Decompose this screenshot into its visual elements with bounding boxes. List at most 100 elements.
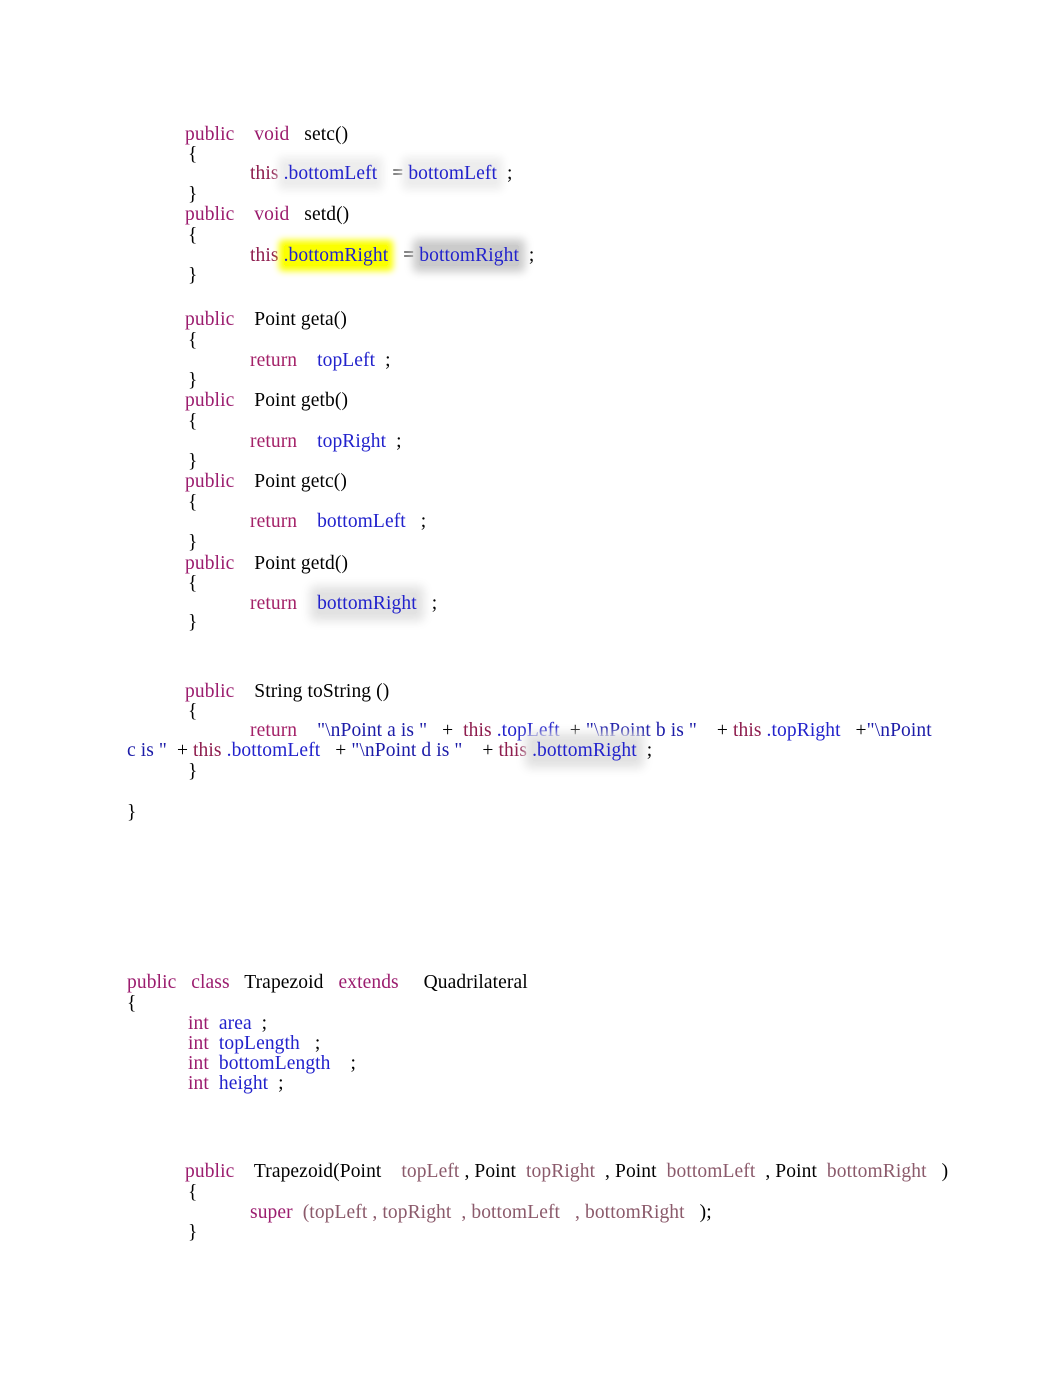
code-line-geta-close-brace: } [188, 371, 197, 391]
param-separator-point: , Point [605, 1161, 657, 1182]
semicolon: ; [350, 1053, 356, 1074]
semicolon: ; [420, 511, 427, 532]
operator-equals: = [392, 163, 404, 184]
method-name-geta: Point geta() [254, 309, 347, 330]
value-topright: topRight [317, 431, 387, 452]
constructor-name-trapezoid: Trapezoid(Point [253, 1161, 382, 1182]
code-line-setc-signature: public void setc() [185, 125, 348, 145]
method-name-getb: Point getb() [254, 390, 349, 411]
semicolon: ; [314, 1033, 321, 1054]
param-bottomright: bottomRight [826, 1161, 927, 1182]
keyword-return: return [250, 431, 298, 452]
arg-topleft: topLeft [309, 1202, 368, 1223]
code-line-field-bottomlength: int bottomLength ; [188, 1054, 356, 1074]
keyword-return: return [250, 511, 298, 532]
code-line-field-area: int area ; [188, 1014, 267, 1034]
semicolon: ; [507, 163, 513, 184]
code-line-setd-close-brace: } [188, 266, 197, 286]
operator-plus: + [716, 720, 728, 741]
brace-open: { [188, 492, 198, 513]
keyword-int: int [188, 1073, 209, 1094]
keyword-return: return [250, 593, 298, 614]
code-line-getc-open-brace: { [188, 493, 197, 513]
value-bottomleft: bottomLeft [317, 511, 406, 532]
code-line-quadrilateral-class-close: } [127, 803, 136, 823]
field-name-bottomlength: bottomLength [218, 1053, 331, 1074]
code-line-geta-signature: public Point geta() [185, 310, 347, 330]
operator-plus: + [569, 720, 581, 741]
brace-open: { [188, 573, 198, 594]
value-bottomleft: bottomLeft [408, 163, 498, 184]
operator-plus: + [176, 740, 189, 761]
keyword-public: public [185, 681, 235, 702]
value-topleft: topLeft [317, 350, 376, 371]
superclass-quadrilateral: Quadrilateral [423, 972, 528, 993]
arg-separator: , [461, 1202, 467, 1223]
brace-open: { [188, 1182, 198, 1203]
brace-close: } [188, 184, 198, 205]
code-line-getb-body: return topRight ; [250, 432, 402, 452]
field-bottomleft: .bottomLeft [226, 740, 321, 761]
code-line-getd-body: return bottomRight ; [250, 593, 437, 614]
class-name-trapezoid: Trapezoid [244, 972, 324, 993]
code-line-trapezoid-constructor-close-brace: } [188, 1223, 197, 1243]
brace-open: { [188, 225, 198, 246]
code-line-getc-body: return bottomLeft ; [250, 512, 426, 532]
brace-open: { [188, 144, 198, 165]
code-line-trapezoid-class-declaration: public class Trapezoid extends Quadrilat… [127, 973, 528, 993]
param-separator-point: , Point [464, 1161, 517, 1182]
code-line-setd-open-brace: { [188, 226, 197, 246]
field-name-area: area [218, 1013, 252, 1034]
code-line-getc-signature: public Point getc() [185, 472, 347, 492]
keyword-extends: extends [338, 972, 399, 993]
keyword-public: public [185, 124, 235, 145]
arg-separator: , [575, 1202, 580, 1223]
field-bottomleft: .bottomLeft [283, 163, 378, 184]
semicolon: ; [385, 350, 391, 371]
keyword-public: public [127, 972, 177, 993]
string-literal-point-c-part1: "\nPoint [866, 720, 932, 741]
keyword-this: this [193, 740, 222, 761]
method-name-getd: Point getd() [254, 553, 349, 574]
string-literal-point-a: "\nPoint a is " [317, 720, 428, 741]
operator-plus: + [482, 740, 494, 761]
brace-open: { [188, 411, 198, 432]
method-name-getc: Point getc() [254, 471, 347, 492]
brace-open: { [188, 701, 198, 722]
code-line-getd-open-brace: { [188, 574, 197, 594]
code-line-setc-close-brace: } [188, 185, 197, 205]
operator-plus: + [855, 720, 867, 741]
code-line-trapezoid-open-brace: { [127, 994, 136, 1014]
brace-close: } [188, 1222, 198, 1243]
field-bottomright-highlighted: .bottomRight [532, 740, 637, 761]
brace-close: } [188, 532, 198, 553]
brace-open: { [127, 993, 137, 1014]
code-line-trapezoid-constructor-open-brace: { [188, 1183, 197, 1203]
brace-close: } [188, 265, 198, 286]
code-line-getb-close-brace: } [188, 452, 197, 472]
string-literal-point-d: "\nPoint d is " [351, 740, 463, 761]
string-literal-point-c-part2: c is " [127, 740, 167, 761]
keyword-int: int [188, 1053, 209, 1074]
code-line-tostring-close-brace: } [188, 762, 197, 782]
code-line-geta-open-brace: { [188, 331, 197, 351]
code-line-geta-body: return topLeft ; [250, 351, 391, 371]
keyword-return: return [250, 350, 298, 371]
code-line-setc-body: this .bottomLeft = bottomLeft ; [250, 163, 513, 184]
document-page: public void setc() { this .bottomLeft = … [0, 0, 1062, 1376]
field-name-toplength: topLength [218, 1033, 300, 1054]
value-bottomright-highlighted: bottomRight [419, 245, 519, 266]
operator-plus: + [335, 740, 347, 761]
operator-equals: = [403, 245, 415, 266]
code-line-getd-signature: public Point getd() [185, 554, 348, 574]
code-line-setd-body: this .bottomRight = bottomRight ; [250, 245, 534, 266]
brace-close: } [127, 802, 137, 823]
code-line-getd-close-brace: } [188, 613, 197, 633]
keyword-int: int [188, 1013, 209, 1034]
keyword-return: return [250, 720, 298, 741]
operator-plus: + [442, 720, 454, 741]
code-line-getc-close-brace: } [188, 533, 197, 553]
keyword-this: this [498, 740, 528, 761]
super-call-close: ); [699, 1202, 712, 1223]
arg-topright: topRight [382, 1202, 452, 1223]
